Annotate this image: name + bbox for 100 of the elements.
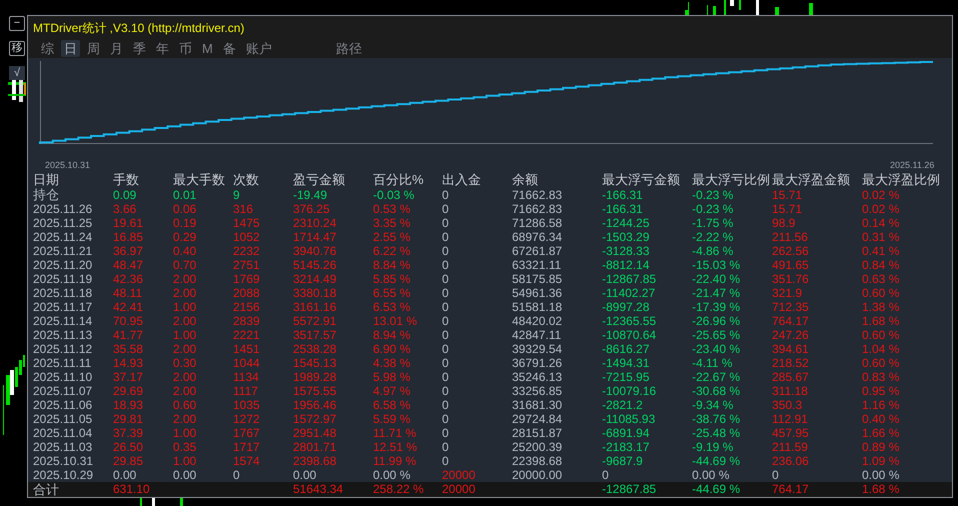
row-label: 2025.11.06 bbox=[33, 398, 94, 412]
table-cell-text: 1475 bbox=[233, 216, 261, 230]
table-cell-text: 29724.84 bbox=[512, 412, 564, 426]
table-cell-text: 41.77 bbox=[113, 328, 144, 342]
table-cell-text: 58175.85 bbox=[512, 272, 564, 286]
table-cell-text: 1134 bbox=[233, 370, 260, 384]
check-button[interactable]: √ bbox=[9, 66, 25, 80]
tab[interactable]: 备 bbox=[220, 40, 239, 58]
minimize-button[interactable]: − bbox=[9, 16, 25, 31]
table-cell-text: 0 bbox=[442, 356, 450, 370]
row-label: 2025.11.21 bbox=[33, 244, 94, 258]
table-cell-text: 1.68 % bbox=[862, 482, 900, 497]
table-cell-text: 1769 bbox=[233, 272, 261, 286]
table-cell-text: 71662.83 bbox=[512, 202, 564, 216]
table-cell-text: 0.40 bbox=[173, 244, 198, 258]
tab[interactable]: 日 bbox=[61, 40, 80, 58]
table-cell-text: 42.36 bbox=[113, 272, 144, 286]
table-cell-text: 0.02 % bbox=[862, 202, 900, 216]
table-cell-text: 11.99 % bbox=[373, 454, 418, 468]
table-cell-text: 2398.68 bbox=[293, 454, 338, 468]
table-cell-text: -9.19 % bbox=[692, 440, 734, 454]
table-cell-text: 3.66 bbox=[113, 202, 138, 216]
table-cell-text: 0.60 % bbox=[862, 356, 900, 370]
table-cell-text: 2.00 bbox=[173, 342, 198, 356]
table-cell-text: 631.10 bbox=[113, 482, 151, 497]
table-cell-text: 1.00 bbox=[173, 300, 198, 314]
table-cell-text: 70.95 bbox=[113, 314, 144, 328]
table-cell-text: 764.17 bbox=[772, 314, 810, 328]
table-cell-text: 5.85 % bbox=[373, 272, 412, 286]
table-cell-text: -2821.2 bbox=[602, 398, 644, 412]
table-cell-text: 22398.68 bbox=[512, 454, 564, 468]
table-cell-text: 2088 bbox=[233, 286, 261, 300]
table-cell-text: -9687.9 bbox=[602, 454, 644, 468]
table-cell-text: 36.97 bbox=[113, 244, 144, 258]
table-cell-text: -19.49 bbox=[293, 188, 328, 202]
table-cell-text: 2221 bbox=[233, 328, 261, 342]
table-cell-text: 2.00 bbox=[173, 314, 198, 328]
column-header: 手数 bbox=[113, 172, 140, 188]
table-cell-text: 0 bbox=[442, 440, 450, 454]
table-cell-text: 51643.34 bbox=[293, 482, 344, 497]
column-header: 出入金 bbox=[442, 172, 482, 188]
table-cell-text: 1572.97 bbox=[293, 412, 338, 426]
table-cell-text: 211.59 bbox=[772, 440, 809, 454]
table-cell-text: -10870.64 bbox=[602, 328, 658, 342]
table-cell-text: 13.01 % bbox=[373, 314, 418, 328]
table-cell-text: 457.95 bbox=[772, 426, 810, 440]
column-header: 最大浮盈金额 bbox=[772, 172, 851, 188]
table-cell-text: -8997.28 bbox=[602, 300, 650, 314]
table-cell-text: -4.86 % bbox=[692, 244, 734, 258]
table-cell-text: 0.41 % bbox=[862, 244, 900, 258]
table-cell-text: 2538.28 bbox=[293, 342, 338, 356]
path-tab[interactable]: 路径 bbox=[334, 40, 363, 58]
table-cell-text: 68976.34 bbox=[512, 230, 564, 244]
axis-label: 2025.10.31 bbox=[45, 160, 90, 171]
table-cell-text: 12.51 % bbox=[373, 440, 418, 454]
tab[interactable]: 账户 bbox=[242, 40, 275, 58]
table-cell-text: 1575.55 bbox=[293, 384, 338, 398]
table-cell-text: 37.17 bbox=[113, 370, 144, 384]
table-cell-text: 6.90 % bbox=[373, 342, 412, 356]
tab[interactable]: 币 bbox=[176, 40, 195, 58]
tab[interactable]: 综 bbox=[38, 40, 57, 58]
table-cell-text: 1.00 bbox=[173, 426, 198, 440]
table-cell-text: 0 bbox=[442, 342, 450, 356]
table-cell-text: -25.65 % bbox=[692, 328, 742, 342]
table-cell-text: 0.53 % bbox=[373, 202, 412, 216]
table-cell-text: 0.00 bbox=[113, 468, 138, 482]
table-cell-text: 25200.39 bbox=[512, 440, 564, 454]
table-cell-text: 4.97 % bbox=[373, 384, 412, 398]
table-cell-text: 1717 bbox=[233, 440, 261, 454]
table-cell-text: 1.66 % bbox=[862, 426, 900, 440]
table-cell-text: -6891.94 bbox=[602, 426, 650, 440]
row-label: 2025.11.17 bbox=[33, 300, 94, 314]
table-cell-text: 16.85 bbox=[113, 230, 144, 244]
table-cell-text: 0 bbox=[442, 202, 450, 216]
tab[interactable]: 年 bbox=[153, 40, 172, 58]
tab[interactable]: 周 bbox=[84, 40, 103, 58]
table-cell-text: 1.68 % bbox=[862, 314, 900, 328]
tab[interactable]: 月 bbox=[107, 40, 126, 58]
table-cell-text: 0 bbox=[442, 272, 450, 286]
table-cell-text: -0.23 % bbox=[692, 202, 734, 216]
table-cell-text: 1714.47 bbox=[293, 230, 338, 244]
table-cell-text: -3128.33 bbox=[602, 244, 650, 258]
table-cell-text: 0.09 bbox=[113, 188, 138, 202]
table-cell-text: -2183.17 bbox=[602, 440, 650, 454]
move-button[interactable]: 移 bbox=[9, 41, 25, 56]
table-cell-text: 0 bbox=[442, 412, 450, 426]
table-cell-text: 0.01 bbox=[173, 188, 198, 202]
table-cell-text: 0.63 % bbox=[862, 272, 900, 286]
axis-label: 2025.11.26 bbox=[890, 160, 934, 171]
tab[interactable]: 季 bbox=[130, 40, 149, 58]
tab[interactable]: M bbox=[199, 40, 216, 58]
table-cell-text: 71662.83 bbox=[512, 188, 564, 202]
table-cell-text: -0.03 % bbox=[373, 188, 416, 202]
table-cell-text: 316 bbox=[233, 202, 254, 216]
table-cell-text: 218.52 bbox=[772, 356, 810, 370]
table-cell-text: 0 bbox=[442, 426, 450, 440]
table-cell-text: 764.17 bbox=[772, 482, 810, 497]
table-cell-text: 3.35 % bbox=[373, 216, 412, 230]
table-cell-text: 3940.76 bbox=[293, 244, 338, 258]
table-cell-text: -8812.14 bbox=[602, 258, 650, 272]
